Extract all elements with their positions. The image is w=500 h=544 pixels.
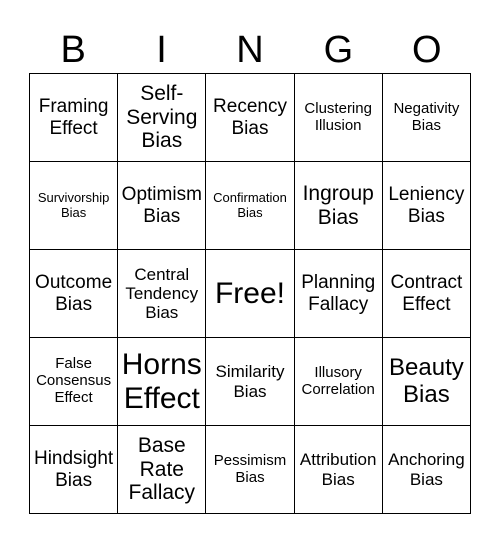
bingo-cell[interactable]: Contract Effect (382, 250, 471, 338)
cell-label: Central Tendency Bias (125, 264, 199, 323)
header-letter-o: O (411, 29, 442, 71)
free-space-label: Free! (214, 276, 285, 310)
bingo-cell[interactable]: Central Tendency Bias (118, 250, 207, 338)
cell-label: Negativity Bias (393, 99, 460, 134)
bingo-cell[interactable]: False Consensus Effect (30, 338, 119, 426)
cell-label: Optimism Bias (121, 184, 202, 227)
bingo-grid: Framing Effect Self- Serving Bias Recenc… (29, 73, 471, 514)
bingo-cell[interactable]: Anchoring Bias (382, 426, 471, 514)
bingo-cell[interactable]: Horns Effect (118, 338, 207, 426)
cell-label: Recency Bias (213, 96, 287, 139)
bingo-cell[interactable]: Hindsight Bias (30, 426, 119, 514)
cell-label: Similarity Bias (215, 362, 285, 401)
bingo-cell[interactable]: Similarity Bias (206, 338, 295, 426)
bingo-cell[interactable]: Beauty Bias (382, 338, 471, 426)
bingo-cell[interactable]: Optimism Bias (118, 162, 207, 250)
bingo-cell[interactable]: Attribution Bias (294, 426, 383, 514)
cell-label: Framing Effect (38, 96, 109, 139)
cell-label: Hindsight Bias (33, 448, 114, 491)
bingo-cell[interactable]: Outcome Bias (30, 250, 119, 338)
cell-label: False Consensus Effect (36, 355, 112, 406)
bingo-cell[interactable]: Ingroup Bias (294, 162, 383, 250)
cell-label: Leniency Bias (388, 184, 465, 227)
bingo-cell[interactable]: Clustering Illusion (294, 74, 383, 162)
bingo-cell[interactable]: Confirmation Bias (206, 162, 295, 250)
cell-label: Pessimism Bias (213, 451, 287, 486)
bingo-cell[interactable]: Negativity Bias (382, 74, 471, 162)
cell-label: Beauty Bias (389, 353, 464, 408)
header-letter-g: G (323, 29, 354, 71)
cell-label: Illusory Correlation (301, 363, 375, 398)
header-letter-n: N (236, 29, 264, 71)
bingo-header: B I N G O (29, 28, 471, 73)
cell-label: Contract Effect (390, 272, 463, 315)
bingo-cell[interactable]: Survivorship Bias (30, 162, 119, 250)
bingo-cell[interactable]: Leniency Bias (382, 162, 471, 250)
bingo-cell[interactable]: Self- Serving Bias (118, 74, 207, 162)
bingo-cell[interactable]: Planning Fallacy (294, 250, 383, 338)
cell-label: Horns Effect (121, 347, 202, 415)
cell-label: Attribution Bias (299, 450, 377, 489)
cell-label: Planning Fallacy (301, 272, 376, 315)
bingo-cell[interactable]: Base Rate Fallacy (118, 426, 207, 514)
bingo-cell[interactable]: Recency Bias (206, 74, 295, 162)
cell-label: Survivorship Bias (37, 189, 110, 220)
bingo-cell[interactable]: Illusory Correlation (294, 338, 383, 426)
cell-label: Outcome Bias (35, 272, 113, 315)
cell-label: Anchoring Bias (388, 450, 465, 489)
bingo-cell[interactable]: Framing Effect (30, 74, 119, 162)
cell-label: Self- Serving Bias (126, 82, 198, 153)
cell-label: Clustering Illusion (304, 99, 372, 134)
bingo-cell[interactable]: Pessimism Bias (206, 426, 295, 514)
header-letter-i: I (156, 29, 167, 71)
cell-label: Ingroup Bias (302, 181, 374, 229)
header-letter-b: B (60, 29, 86, 71)
cell-label: Confirmation Bias (213, 189, 287, 220)
free-space[interactable]: Free! (206, 250, 295, 338)
cell-label: Base Rate Fallacy (128, 434, 196, 505)
